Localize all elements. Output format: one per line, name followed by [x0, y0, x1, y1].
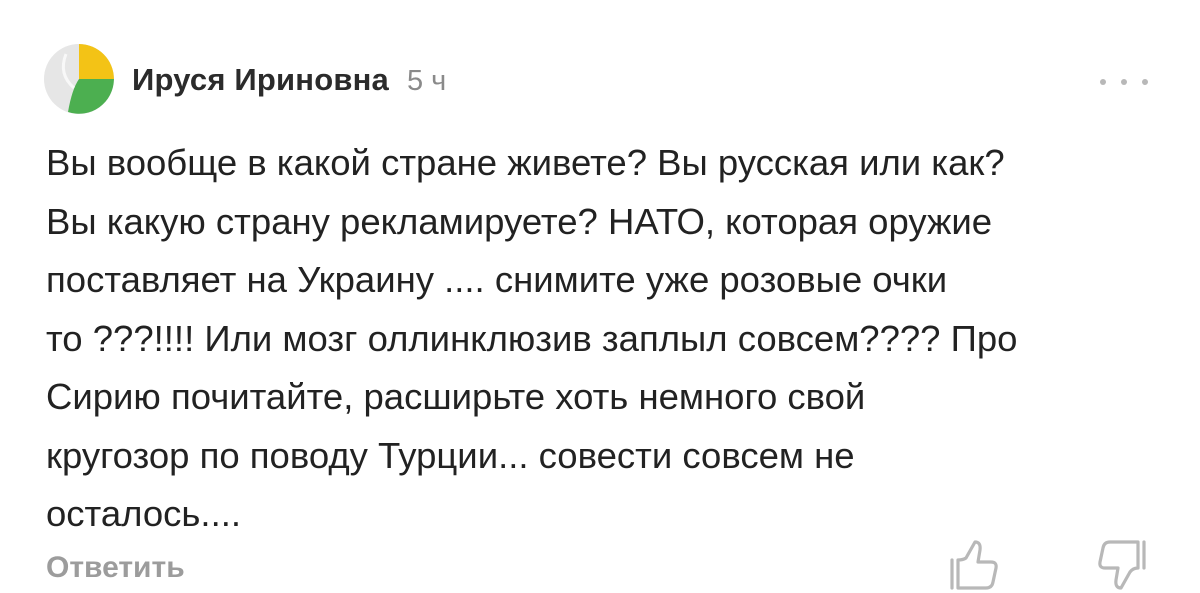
more-dots-icon: [1121, 79, 1127, 85]
more-dots-icon: [1100, 79, 1106, 85]
author-row: Ируся Ириновна 5 ч: [132, 62, 446, 106]
more-options-button[interactable]: [1100, 70, 1148, 94]
leaf-avatar-icon: [44, 44, 114, 114]
comment-card: Ируся Ириновна 5 ч Вы вообще в какой стр…: [0, 0, 1200, 593]
thumbs-down-icon: [1098, 540, 1146, 590]
dislike-button[interactable]: [1090, 536, 1154, 592]
like-button[interactable]: [942, 536, 1006, 592]
reply-button[interactable]: Ответить: [46, 548, 185, 588]
author-name[interactable]: Ируся Ириновна: [132, 62, 389, 98]
comment-timestamp: 5 ч: [406, 65, 447, 97]
thumbs-up-icon: [950, 540, 998, 590]
comment-text: Вы вообще в какой стране живете? Вы русс…: [46, 142, 1018, 534]
more-dots-icon: [1142, 79, 1148, 85]
author-avatar[interactable]: [44, 44, 114, 114]
